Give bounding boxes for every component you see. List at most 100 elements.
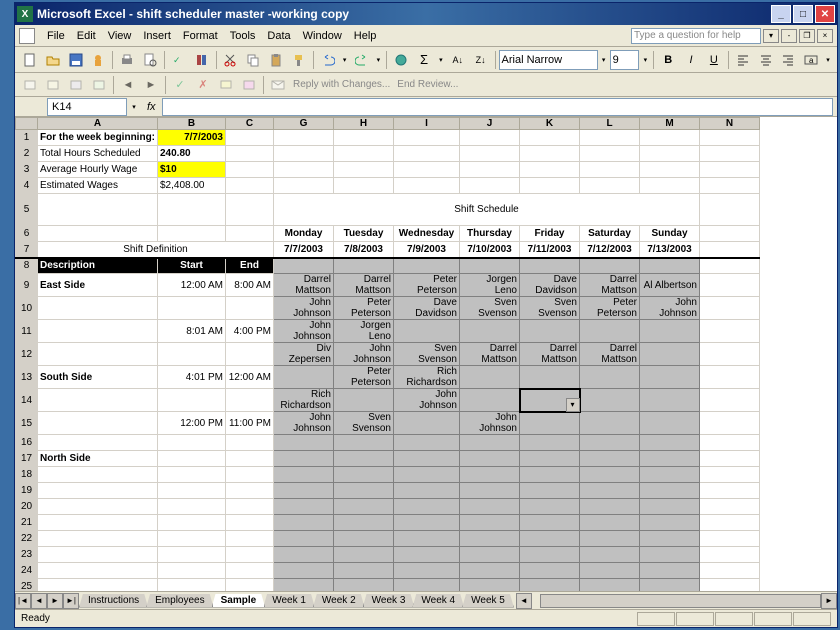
cell-I3[interactable] bbox=[394, 162, 460, 178]
cell-K24[interactable] bbox=[520, 563, 580, 579]
tab-last-icon[interactable]: ►| bbox=[63, 593, 79, 609]
cell-J8[interactable] bbox=[460, 258, 520, 274]
column-header-A[interactable]: A bbox=[38, 118, 158, 130]
review-mail-icon[interactable] bbox=[267, 74, 289, 96]
cell-B12[interactable] bbox=[158, 343, 226, 366]
cell-M24[interactable] bbox=[640, 563, 700, 579]
cell-A10[interactable] bbox=[38, 297, 158, 320]
cell-K4[interactable] bbox=[520, 178, 580, 194]
cell-I10[interactable]: Dave Davidson bbox=[394, 297, 460, 320]
cell-J7[interactable]: 7/10/2003 bbox=[460, 242, 520, 258]
cell-H13[interactable]: Peter Peterson bbox=[334, 366, 394, 389]
cell-B17[interactable] bbox=[158, 451, 226, 467]
sort-asc-icon[interactable]: A↓ bbox=[447, 49, 469, 71]
cell-B11[interactable]: 8:01 AM bbox=[158, 320, 226, 343]
cell-A8[interactable]: Description bbox=[38, 258, 158, 274]
row-header-12[interactable]: 12 bbox=[16, 343, 38, 366]
sort-desc-icon[interactable]: Z↓ bbox=[470, 49, 492, 71]
cell-M13[interactable] bbox=[640, 366, 700, 389]
column-header-G[interactable]: G bbox=[274, 118, 334, 130]
end-review-label[interactable]: End Review... bbox=[394, 79, 461, 90]
cell-G7[interactable]: 7/7/2003 bbox=[274, 242, 334, 258]
align-left-icon[interactable] bbox=[732, 49, 754, 71]
cell-N17[interactable] bbox=[700, 451, 760, 467]
font-size-dropdown-icon[interactable]: ▾ bbox=[640, 56, 650, 64]
cell-C8[interactable]: End bbox=[226, 258, 274, 274]
cell-L9[interactable]: Darrel Mattson bbox=[580, 274, 640, 297]
cell-M23[interactable] bbox=[640, 547, 700, 563]
row-header-8[interactable]: 8 bbox=[16, 258, 38, 274]
cell-B9[interactable]: 12:00 AM bbox=[158, 274, 226, 297]
cell-N24[interactable] bbox=[700, 563, 760, 579]
cell-N22[interactable] bbox=[700, 531, 760, 547]
font-name-select[interactable]: Arial Narrow bbox=[499, 50, 598, 70]
cell-C18[interactable] bbox=[226, 467, 274, 483]
cell-C15[interactable]: 11:00 PM bbox=[226, 412, 274, 435]
cell-G18[interactable] bbox=[274, 467, 334, 483]
save-icon[interactable] bbox=[65, 49, 87, 71]
cell-B23[interactable] bbox=[158, 547, 226, 563]
cell-H23[interactable] bbox=[334, 547, 394, 563]
cell-G23[interactable] bbox=[274, 547, 334, 563]
bold-icon[interactable]: B bbox=[657, 49, 679, 71]
cell-N5[interactable] bbox=[700, 194, 760, 226]
cell-L14[interactable] bbox=[580, 389, 640, 412]
cell-J3[interactable] bbox=[460, 162, 520, 178]
cell-I21[interactable] bbox=[394, 515, 460, 531]
review-icon-4[interactable] bbox=[88, 74, 110, 96]
menu-view[interactable]: View bbox=[102, 28, 138, 44]
cell-N20[interactable] bbox=[700, 499, 760, 515]
cell-I2[interactable] bbox=[394, 146, 460, 162]
cell-C10[interactable] bbox=[226, 297, 274, 320]
cell-L3[interactable] bbox=[580, 162, 640, 178]
cell-N25[interactable] bbox=[700, 579, 760, 592]
cell-M10[interactable]: John Johnson bbox=[640, 297, 700, 320]
tab-scroll-right-icon[interactable]: ► bbox=[821, 593, 837, 609]
menu-format[interactable]: Format bbox=[177, 28, 224, 44]
row-header-25[interactable]: 25 bbox=[16, 579, 38, 592]
redo-icon[interactable] bbox=[351, 49, 373, 71]
cell-G8[interactable] bbox=[274, 258, 334, 274]
cell-B2[interactable]: 240.80 bbox=[158, 146, 226, 162]
permission-icon[interactable] bbox=[87, 49, 109, 71]
cell-L7[interactable]: 7/12/2003 bbox=[580, 242, 640, 258]
menu-edit[interactable]: Edit bbox=[71, 28, 102, 44]
cell-J25[interactable] bbox=[460, 579, 520, 592]
cell-J24[interactable] bbox=[460, 563, 520, 579]
cell-H8[interactable] bbox=[334, 258, 394, 274]
cell-C6[interactable] bbox=[226, 226, 274, 242]
cell-M19[interactable] bbox=[640, 483, 700, 499]
cell-K6[interactable]: Friday bbox=[520, 226, 580, 242]
cell-L2[interactable] bbox=[580, 146, 640, 162]
cell-H9[interactable]: Darrel Mattson bbox=[334, 274, 394, 297]
cell-M16[interactable] bbox=[640, 435, 700, 451]
cell-H2[interactable] bbox=[334, 146, 394, 162]
cell-I22[interactable] bbox=[394, 531, 460, 547]
cell-A12[interactable] bbox=[38, 343, 158, 366]
cell-I24[interactable] bbox=[394, 563, 460, 579]
horizontal-scrollbar[interactable] bbox=[540, 594, 821, 608]
cell-C3[interactable] bbox=[226, 162, 274, 178]
cell-B4[interactable]: $2,408.00 bbox=[158, 178, 226, 194]
cell-H21[interactable] bbox=[334, 515, 394, 531]
sheet-tab-week-4[interactable]: Week 4 bbox=[412, 594, 464, 608]
cell-J14[interactable] bbox=[460, 389, 520, 412]
cell-I6[interactable]: Wednesday bbox=[394, 226, 460, 242]
cell-G19[interactable] bbox=[274, 483, 334, 499]
cell-A17[interactable]: North Side bbox=[38, 451, 158, 467]
cell-A19[interactable] bbox=[38, 483, 158, 499]
cell-K13[interactable] bbox=[520, 366, 580, 389]
cell-K14[interactable]: ▾ bbox=[520, 389, 580, 412]
cell-H10[interactable]: Peter Peterson bbox=[334, 297, 394, 320]
cell-K11[interactable] bbox=[520, 320, 580, 343]
print-icon[interactable] bbox=[116, 49, 138, 71]
maximize-button[interactable]: □ bbox=[793, 5, 813, 23]
cell-I25[interactable] bbox=[394, 579, 460, 592]
merge-center-icon[interactable]: a bbox=[800, 49, 822, 71]
cell-B6[interactable] bbox=[158, 226, 226, 242]
select-all-corner[interactable] bbox=[16, 118, 38, 130]
cell-H4[interactable] bbox=[334, 178, 394, 194]
cell-M15[interactable] bbox=[640, 412, 700, 435]
cell-K23[interactable] bbox=[520, 547, 580, 563]
cell-L10[interactable]: Peter Peterson bbox=[580, 297, 640, 320]
